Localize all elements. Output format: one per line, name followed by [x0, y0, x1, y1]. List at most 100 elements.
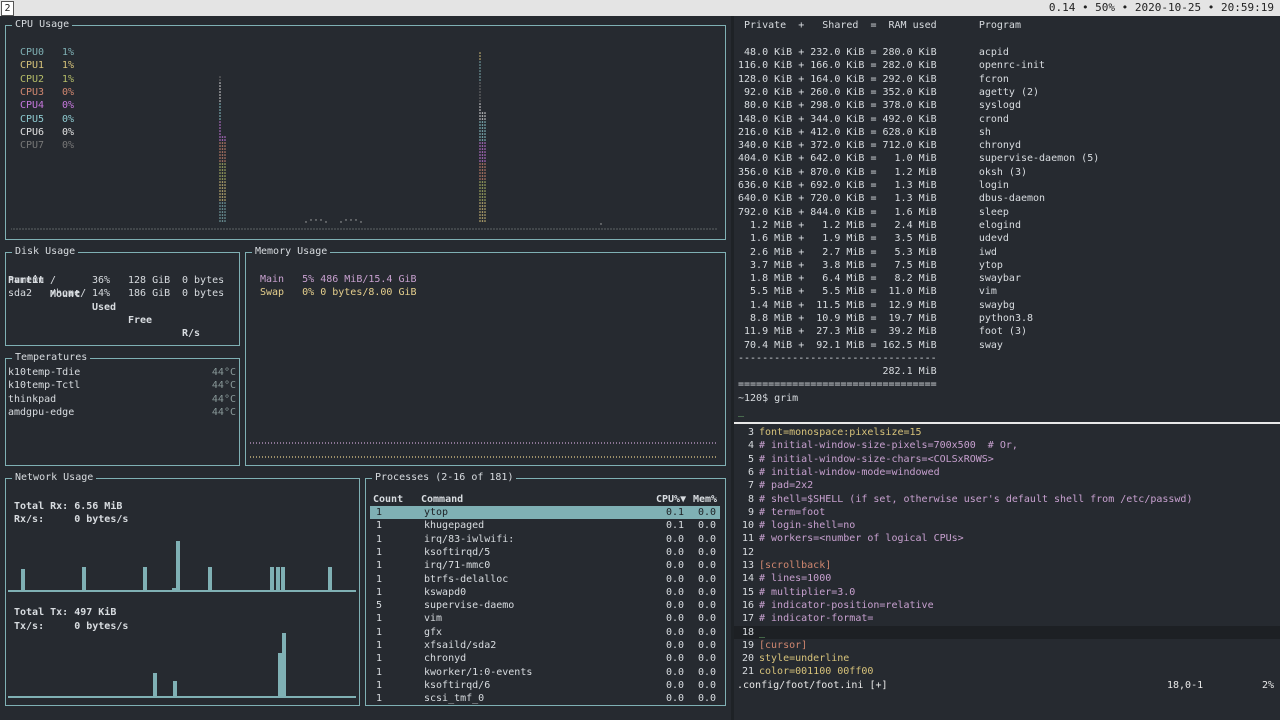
col-count[interactable]: Count [373, 493, 403, 506]
ps-mem-row: 1.6 MiB + 1.9 MiB = 3.5 MiB udevd [738, 233, 1009, 245]
cpu-baseline-dot [532, 228, 534, 230]
process-row[interactable]: 1 ytop 0.1 0.0 [370, 506, 720, 519]
cpu-graph-dot [224, 205, 226, 207]
cpu-baseline-dot [415, 228, 417, 230]
cpu-baseline-dot [454, 228, 456, 230]
cpu-baseline-dot [628, 228, 630, 230]
cpu-graph-dot [481, 133, 484, 135]
process-command: vim [424, 613, 443, 625]
process-row[interactable]: 1 chronyd 0.0 0.0 [370, 652, 720, 665]
cpu-baseline-dot [505, 228, 507, 230]
cpu-graph-dot [479, 205, 481, 207]
cpu-core-label: CPU1 1% [20, 59, 74, 72]
process-mem: 0.0 [697, 653, 716, 665]
cpu-baseline-dot [388, 228, 390, 230]
col-mem[interactable]: Mem% [693, 493, 717, 506]
cpu-baseline-dot [481, 228, 483, 230]
cpu-graph-dot [219, 91, 221, 93]
shell-prompt[interactable]: ~120$ grim [738, 392, 798, 405]
process-row[interactable]: 1 scsi_tmf_0 0.0 0.0 [370, 692, 720, 705]
process-mem: 0.0 [697, 533, 716, 545]
process-row[interactable]: 1 kworker/1:0-events 0.0 0.0 [370, 666, 720, 679]
cpu-baseline-dot [682, 228, 684, 230]
process-row[interactable]: 1 irq/83-iwlwifi: 0.0 0.0 [370, 533, 720, 546]
process-count: 1 [376, 533, 383, 545]
cpu-graph-dot [221, 205, 224, 207]
ps-mem-header: Private + Shared = RAM used Program [738, 20, 1021, 31]
vim-line-number: 18 [741, 626, 754, 638]
disk-col-rs: R/s [182, 328, 201, 340]
cpu-graph-dot [315, 219, 317, 221]
cpu-graph-dot [219, 112, 221, 114]
cpu-graph-dot [479, 112, 481, 114]
cpu-core-name: CPU1 [20, 60, 45, 72]
cpu-graph-dot [484, 214, 486, 216]
cpu-graph-dot [219, 157, 221, 159]
sensor-value: 44°C [211, 367, 236, 378]
status-text: 0.14 • 50% • 2020-10-25 • 20:59:19 [1048, 1, 1274, 14]
process-row[interactable]: 1 khugepaged 0.1 0.0 [370, 519, 720, 532]
cpu-graph-dot [224, 139, 226, 141]
cpu-graph-dot [224, 151, 226, 153]
cpu-graph-dot [484, 193, 486, 195]
process-row[interactable]: 1 vim 0.0 0.0 [370, 612, 720, 625]
cpu-baseline-dot [94, 228, 96, 230]
process-row[interactable]: 5 supervise-daemo 0.0 0.0 [370, 599, 720, 612]
workspace-button[interactable]: 2 [1, 1, 14, 16]
process-count: 1 [376, 586, 383, 598]
cpu-core-name: CPU4 [20, 100, 45, 112]
vim-line-number: 5 [747, 453, 754, 465]
col-cpu[interactable]: CPU%▼ [656, 493, 686, 506]
col-command[interactable]: Command [421, 493, 463, 506]
cpu-graph-dot [479, 142, 481, 144]
cpu-baseline-dot [595, 228, 597, 230]
network-bar [208, 567, 212, 591]
cpu-baseline-dot [541, 228, 543, 230]
cpu-graph-dot [221, 184, 224, 186]
cpu-baseline-dot [370, 228, 372, 230]
process-row[interactable]: 1 ksoftirqd/5 0.0 0.0 [370, 546, 720, 559]
cpu-baseline-dot [448, 228, 450, 230]
cpu-baseline-dot [553, 228, 555, 230]
cpu-graph-dot [224, 217, 226, 219]
process-row[interactable]: 1 xfsaild/sda2 0.0 0.0 [370, 639, 720, 652]
process-mem: 0.0 [697, 546, 716, 558]
top-bar: 2 0.14 • 50% • 2020-10-25 • 20:59:19 [0, 0, 1280, 16]
cpu-baseline-dot [667, 228, 669, 230]
cpu-graph-dot [224, 163, 226, 165]
network-bar [328, 567, 332, 591]
cpu-graph-dot [221, 163, 224, 165]
process-row[interactable]: 1 btrfs-delalloc 0.0 0.0 [370, 573, 720, 586]
process-row[interactable]: 1 kswapd0 0.0 0.0 [370, 586, 720, 599]
cpu-baseline-dot [259, 228, 261, 230]
cpu-baseline-dot [655, 228, 657, 230]
cpu-graph-dot [221, 211, 224, 213]
cpu-graph-dot [219, 169, 221, 171]
temperatures-title: Temperatures [12, 351, 91, 365]
cpu-graph-dot [479, 145, 481, 147]
cpu-graph-dot [224, 202, 226, 204]
processes-header: Count Command CPU%▼ Mem% [373, 493, 723, 506]
vim-line: 19 [cursor] [734, 639, 1280, 652]
cpu-graph-dot [479, 70, 481, 72]
cpu-core-value: 1% [62, 60, 75, 72]
vim-line: 10 # login-shell=no [734, 519, 1280, 532]
disk-cell: sda2 [8, 288, 33, 300]
vim-editor[interactable]: 3 font=monospace:pixelsize=15 4 # initial-w… [734, 424, 1280, 702]
cpu-graph-dot [479, 64, 481, 66]
cpu-graph-dot [484, 133, 486, 135]
vim-line-text: style=underline [759, 653, 850, 665]
cpu-baseline-dot [160, 228, 162, 230]
process-row[interactable]: 1 irq/71-mmc0 0.0 0.0 [370, 559, 720, 572]
cpu-baseline-dot [313, 228, 315, 230]
process-row[interactable]: 1 ksoftirqd/6 0.0 0.0 [370, 679, 720, 692]
cpu-baseline-dot [343, 228, 345, 230]
cpu-baseline-dot [238, 228, 240, 230]
terminal-ps-mem[interactable]: Private + Shared = RAM used Program 48.0… [734, 16, 1280, 422]
cpu-baseline-dot [328, 228, 330, 230]
cpu-graph-dot [481, 151, 484, 153]
ps-mem-total: 282.1 MiB [738, 366, 937, 377]
disk-cell: 36% [92, 275, 111, 286]
processes-panel: Processes (2-16 of 181) Count Command CP… [365, 471, 726, 706]
process-row[interactable]: 1 gfx 0.0 0.0 [370, 626, 720, 639]
